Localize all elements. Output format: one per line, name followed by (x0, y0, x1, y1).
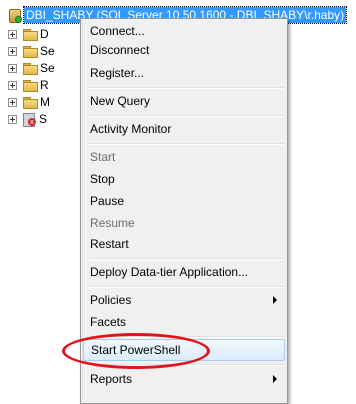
menu-separator (89, 364, 284, 366)
sql-agent-stopped-icon: x (23, 112, 36, 127)
folder-icon (23, 45, 38, 58)
tree-node-security[interactable]: Se (8, 43, 55, 59)
expand-icon[interactable] (8, 114, 17, 124)
menu-item-label: Reports (90, 372, 133, 386)
menu-separator (89, 258, 284, 260)
expand-icon[interactable] (8, 80, 17, 90)
menu-item-start: Start (90, 150, 116, 164)
menu-item-activity-monitor[interactable]: Activity Monitor (83, 118, 285, 140)
folder-icon (23, 62, 38, 75)
menu-separator (89, 87, 284, 89)
tree-node-label: M (40, 95, 50, 109)
menu-item-disconnect[interactable]: Disconnect (83, 39, 285, 61)
submenu-arrow-icon (273, 296, 277, 304)
menu-separator (89, 286, 284, 288)
menu-item-policies[interactable]: Policies (83, 289, 285, 311)
tree-node-label: D (40, 27, 49, 41)
tree-node-sql-agent[interactable]: x S (8, 111, 47, 127)
tree-node-label: R (40, 78, 49, 92)
menu-separator (89, 115, 284, 117)
expand-icon[interactable] (8, 97, 17, 107)
menu-item-facets[interactable]: Facets (83, 311, 285, 333)
expand-icon[interactable] (8, 46, 17, 56)
folder-icon (23, 96, 38, 109)
menu-item-stop[interactable]: Stop (83, 168, 285, 190)
menu-item-resume: Resume (90, 216, 135, 230)
menu-item-pause[interactable]: Pause (83, 190, 285, 212)
server-icon (8, 8, 22, 23)
menu-item-reports[interactable]: Reports (83, 368, 285, 390)
tree-node-server-objects[interactable]: Se (8, 60, 55, 76)
menu-item-restart[interactable]: Restart (83, 233, 285, 255)
tree-node-management[interactable]: M (8, 94, 50, 110)
submenu-arrow-icon (273, 375, 277, 383)
menu-item-label: Policies (90, 293, 132, 307)
tree-node-label: Se (40, 44, 55, 58)
folder-icon (23, 79, 38, 92)
menu-item-register[interactable]: Register... (83, 62, 285, 84)
tree-node-databases[interactable]: D (8, 26, 49, 42)
menu-item-deploy-data-tier-application[interactable]: Deploy Data-tier Application... (83, 261, 285, 283)
tree-node-label: S (39, 112, 48, 126)
menu-separator (89, 143, 284, 145)
tree-node-replication[interactable]: R (8, 77, 49, 93)
menu-item-start-powershell[interactable]: Start PowerShell (83, 339, 285, 361)
menu-item-new-query[interactable]: New Query (83, 90, 285, 112)
context-menu: Connect... Disconnect Register... New Qu… (80, 18, 288, 404)
menu-separator (89, 336, 284, 338)
expand-icon[interactable] (8, 29, 17, 39)
tree-node-label: Se (40, 61, 55, 75)
folder-icon (23, 28, 38, 41)
expand-icon[interactable] (8, 63, 17, 73)
